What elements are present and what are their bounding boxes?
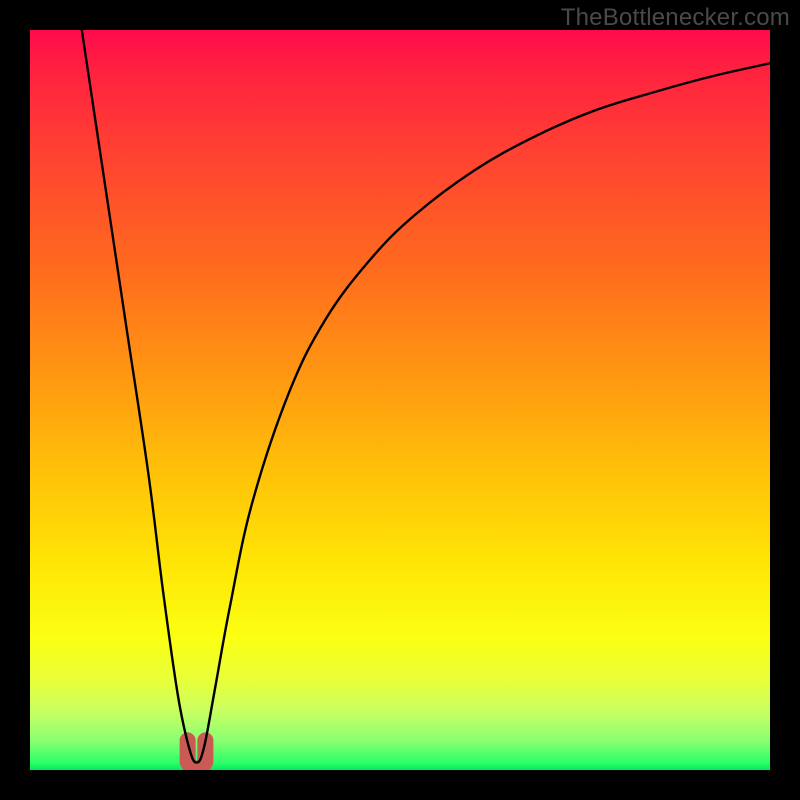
chart-frame: TheBottlenecker.com [0,0,800,800]
bottleneck-curve [82,30,770,763]
plot-area [30,30,770,770]
watermark-text: TheBottlenecker.com [561,4,790,32]
curve-layer [30,30,770,770]
